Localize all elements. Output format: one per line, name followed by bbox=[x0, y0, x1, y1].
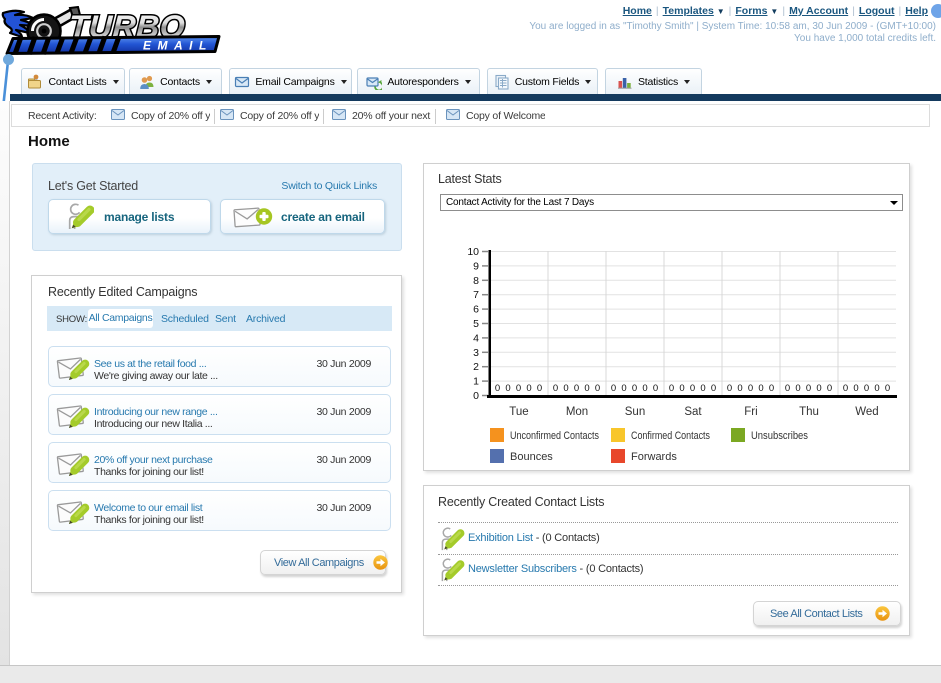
svg-text:0: 0 bbox=[816, 383, 821, 394]
svg-text:10: 10 bbox=[467, 246, 479, 258]
svg-text:0: 0 bbox=[473, 390, 479, 402]
svg-text:0: 0 bbox=[737, 383, 742, 394]
svg-text:3: 3 bbox=[473, 347, 479, 359]
svg-text:0: 0 bbox=[748, 383, 753, 394]
svg-text:Unsubscribes: Unsubscribes bbox=[751, 430, 808, 442]
svg-text:0: 0 bbox=[574, 383, 579, 394]
svg-text:5: 5 bbox=[473, 318, 479, 330]
svg-text:0: 0 bbox=[516, 383, 521, 394]
svg-text:0: 0 bbox=[785, 383, 790, 394]
svg-text:8: 8 bbox=[473, 275, 479, 287]
svg-text:Confirmed Contacts: Confirmed Contacts bbox=[631, 430, 710, 442]
svg-text:Forwards: Forwards bbox=[631, 451, 677, 463]
svg-text:Thu: Thu bbox=[799, 406, 819, 418]
svg-text:0: 0 bbox=[853, 383, 858, 394]
svg-text:Tue: Tue bbox=[509, 406, 528, 418]
svg-text:0: 0 bbox=[584, 383, 589, 394]
svg-text:0: 0 bbox=[795, 383, 800, 394]
svg-text:0: 0 bbox=[864, 383, 869, 394]
svg-text:0: 0 bbox=[621, 383, 626, 394]
svg-text:0: 0 bbox=[505, 383, 510, 394]
svg-text:0: 0 bbox=[632, 383, 637, 394]
svg-text:EMAIL: EMAIL bbox=[143, 39, 213, 53]
svg-text:0: 0 bbox=[537, 383, 542, 394]
svg-text:0: 0 bbox=[595, 383, 600, 394]
svg-text:0: 0 bbox=[679, 383, 684, 394]
svg-text:0: 0 bbox=[827, 383, 832, 394]
svg-text:0: 0 bbox=[843, 383, 848, 394]
svg-text:2: 2 bbox=[473, 361, 479, 373]
svg-text:0: 0 bbox=[769, 383, 774, 394]
svg-text:Unconfirmed Contacts: Unconfirmed Contacts bbox=[510, 430, 599, 442]
svg-text:0: 0 bbox=[563, 383, 568, 394]
svg-text:0: 0 bbox=[758, 383, 763, 394]
svg-text:0: 0 bbox=[874, 383, 879, 394]
svg-text:Mon: Mon bbox=[566, 406, 588, 418]
svg-text:0: 0 bbox=[690, 383, 695, 394]
svg-text:0: 0 bbox=[885, 383, 890, 394]
svg-text:1: 1 bbox=[473, 376, 479, 388]
svg-text:0: 0 bbox=[653, 383, 658, 394]
svg-text:0: 0 bbox=[700, 383, 705, 394]
svg-text:9: 9 bbox=[473, 260, 479, 272]
svg-text:6: 6 bbox=[473, 304, 479, 316]
svg-text:0: 0 bbox=[711, 383, 716, 394]
svg-text:Wed: Wed bbox=[855, 406, 878, 418]
svg-text:Bounces: Bounces bbox=[510, 451, 553, 463]
svg-text:0: 0 bbox=[553, 383, 558, 394]
svg-text:0: 0 bbox=[611, 383, 616, 394]
svg-text:0: 0 bbox=[495, 383, 500, 394]
svg-text:0: 0 bbox=[806, 383, 811, 394]
svg-text:7: 7 bbox=[473, 289, 479, 301]
svg-text:0: 0 bbox=[669, 383, 674, 394]
svg-text:0: 0 bbox=[727, 383, 732, 394]
svg-text:0: 0 bbox=[526, 383, 531, 394]
svg-text:Sun: Sun bbox=[625, 406, 645, 418]
svg-text:0: 0 bbox=[642, 383, 647, 394]
svg-text:4: 4 bbox=[473, 332, 479, 344]
svg-text:Sat: Sat bbox=[684, 406, 702, 418]
svg-text:Fri: Fri bbox=[744, 406, 757, 418]
